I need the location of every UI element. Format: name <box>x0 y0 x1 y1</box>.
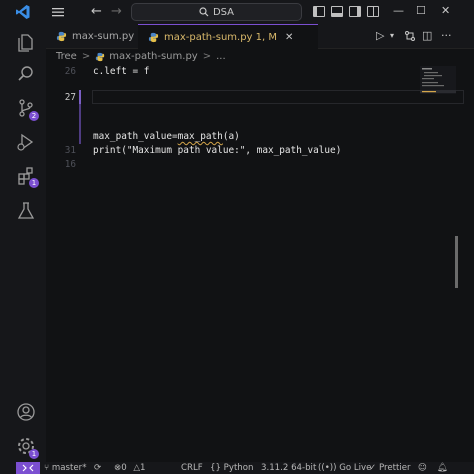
manage-badge: 1 <box>29 449 39 459</box>
breadcrumb-separator: > <box>202 51 212 62</box>
remote-icon <box>22 464 34 472</box>
close-icon[interactable]: ✕ <box>285 32 293 43</box>
braces-icon: {} <box>210 463 224 473</box>
close-window-button[interactable]: ✕ <box>441 4 450 18</box>
code-line[interactable]: 26 c.left = f <box>46 65 456 79</box>
tab-max-path-sum[interactable]: max-path-sum.py 1, M ✕ <box>138 24 318 49</box>
layout-sidebar-left-icon[interactable] <box>313 6 325 17</box>
activity-bar: 2 1 1 <box>0 24 46 462</box>
line-number: 16 <box>64 159 76 170</box>
go-live-button[interactable]: ((•)) Go Live <box>318 462 371 474</box>
line-number: 26 <box>64 66 76 77</box>
branch-icon: ⑂ <box>44 463 52 473</box>
tab-bar: max-sum.py max-path-sum.py 1, M ✕ ▷ ▾ ◫ … <box>46 24 474 49</box>
command-center-search[interactable]: DSA <box>131 3 302 21</box>
breadcrumb-item-symbol[interactable]: ... <box>216 51 226 62</box>
problems-indicator[interactable]: ⊗0 △1 <box>114 462 145 474</box>
tab-max-sum[interactable]: max-sum.py <box>46 24 138 49</box>
remote-button[interactable] <box>16 462 40 474</box>
sync-icon[interactable]: ⟳ <box>94 462 101 474</box>
broadcast-icon: ((•)) <box>318 463 340 473</box>
code-line[interactable]: 27 <box>46 91 456 105</box>
breadcrumb-separator: > <box>81 51 91 62</box>
feedback-icon[interactable]: ☺ <box>418 462 427 474</box>
eol-indicator[interactable]: CRLF <box>181 462 203 474</box>
extensions-badge: 1 <box>29 178 39 188</box>
minimize-button[interactable]: — <box>393 4 404 18</box>
restore-button[interactable]: ☐ <box>416 4 426 18</box>
code-text: c.left = f <box>93 66 150 77</box>
code-text: max_path_value=max_path(a) <box>93 131 240 142</box>
status-bar: ⑂ master* ⟳ ⊗0 △1 CRLF {} Python 3.11.2 … <box>0 462 474 474</box>
code-text: print("Maximum path value:", max_path_va… <box>93 145 342 156</box>
warning-squiggle: max_path <box>177 131 223 142</box>
more-actions-button[interactable]: ··· <box>441 28 452 44</box>
tab-label: max-sum.py <box>72 31 135 42</box>
forward-button[interactable]: → <box>111 4 122 20</box>
code-line[interactable]: max_path_value=max_path(a) <box>46 130 456 144</box>
vscode-logo-icon <box>16 5 30 19</box>
tab-label: max-path-sum.py 1, M <box>164 31 277 43</box>
run-dropdown-icon[interactable]: ▾ <box>390 28 394 44</box>
source-control-badge: 2 <box>29 111 39 121</box>
prettier-indicator[interactable]: ✓ Prettier <box>369 462 411 474</box>
run-debug-icon[interactable] <box>16 132 36 152</box>
search-icon[interactable] <box>16 64 36 84</box>
interpreter-indicator[interactable]: 3.11.2 64-bit <box>261 462 316 474</box>
minimap[interactable] <box>420 66 456 94</box>
layout-panel-icon[interactable] <box>331 6 343 17</box>
language-indicator[interactable]: {} Python <box>210 462 253 474</box>
code-line[interactable]: 16 <box>46 158 456 172</box>
branch-indicator[interactable]: ⑂ master* <box>44 462 87 474</box>
search-text: DSA <box>212 6 235 18</box>
python-file-icon <box>96 52 105 61</box>
title-bar: ← → DSA — ☐ ✕ <box>0 0 474 24</box>
layout-sidebar-right-icon[interactable] <box>349 6 361 17</box>
split-editor-button[interactable]: ◫ <box>422 28 432 44</box>
run-file-button[interactable]: ▷ <box>376 28 384 44</box>
open-changes-icon[interactable] <box>404 30 416 42</box>
bell-icon[interactable]: 🔔︎ <box>437 462 448 474</box>
breadcrumb-item-file[interactable]: max-path-sum.py <box>109 51 197 62</box>
line-number: 31 <box>64 145 76 156</box>
breadcrumb: Tree > max-path-sum.py > ... <box>46 49 474 64</box>
line-number: 27 <box>64 92 76 103</box>
testing-icon[interactable] <box>16 201 36 221</box>
python-file-icon <box>56 31 67 42</box>
code-line[interactable]: 31 print("Maximum path value:", max_path… <box>46 144 456 158</box>
menu-icon[interactable] <box>51 5 65 19</box>
breadcrumb-item-tree[interactable]: Tree <box>56 51 77 62</box>
check-icon: ✓ <box>369 463 379 473</box>
customize-layout-icon[interactable] <box>367 6 379 17</box>
vertical-scrollbar[interactable] <box>455 236 458 288</box>
back-button[interactable]: ← <box>91 4 102 20</box>
code-editor[interactable]: 26 c.left = f 27 max_path_value=max_path… <box>46 64 464 462</box>
explorer-icon[interactable] <box>16 32 36 52</box>
account-icon[interactable] <box>16 402 36 422</box>
search-icon <box>199 7 209 17</box>
python-file-icon <box>148 32 159 42</box>
